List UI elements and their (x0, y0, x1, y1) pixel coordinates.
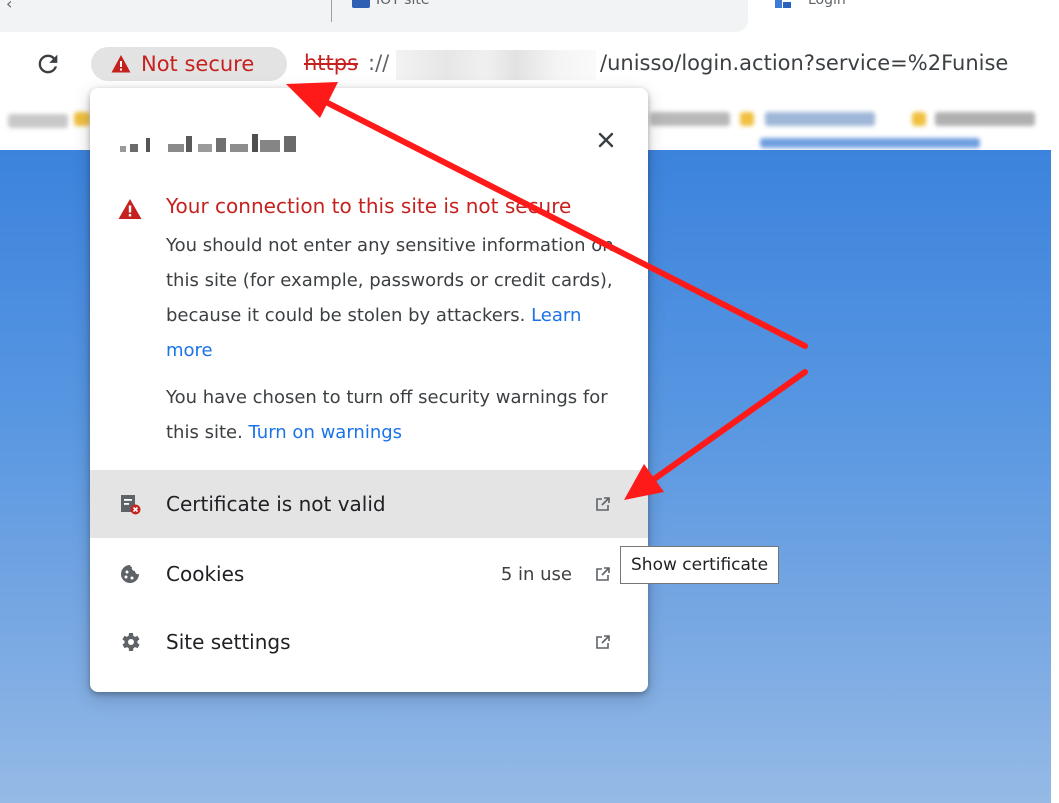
bookmark-folder-icon[interactable] (740, 112, 754, 126)
certificate-row[interactable]: Certificate is not valid (90, 470, 648, 538)
bookmark-item[interactable] (650, 112, 730, 126)
reload-icon[interactable] (34, 50, 62, 78)
security-chip-label: Not secure (141, 52, 255, 76)
tab-label-login[interactable]: Login (808, 0, 846, 8)
certificate-row-label: Certificate is not valid (166, 492, 386, 516)
site-settings-row[interactable]: Site settings (90, 608, 648, 676)
bookmark-item[interactable] (765, 112, 875, 126)
warning-triangle-icon (111, 55, 131, 73)
bookmark-item[interactable] (935, 112, 1035, 126)
tab-scroll-left-icon[interactable]: ‹ (6, 0, 12, 13)
cookies-row[interactable]: Cookies 5 in use (90, 540, 648, 608)
url-slashes: :// (368, 51, 390, 75)
turn-on-warnings-link[interactable]: Turn on warnings (249, 422, 402, 443)
site-host-redacted (120, 134, 296, 152)
toolbar: Not secure https :// /unisso/login.actio… (0, 36, 1059, 92)
window-edge (1051, 0, 1059, 803)
bookmark-folder-icon[interactable] (912, 112, 926, 126)
security-chip-button[interactable]: Not secure (91, 47, 287, 81)
tab-divider (331, 0, 332, 22)
omnibox[interactable]: Not secure https :// /unisso/login.actio… (86, 44, 1059, 84)
tab-favicon-icon (352, 0, 370, 8)
url-host-redacted (396, 50, 596, 80)
warning-triangle-icon (118, 199, 142, 219)
certificate-error-icon (121, 495, 141, 515)
bookmark-item (760, 138, 980, 148)
tab-strip: ‹ IOT site Login (0, 0, 1059, 36)
cookies-count: 5 in use (500, 563, 572, 585)
external-link-icon[interactable] (594, 565, 612, 583)
cookies-row-label: Cookies (166, 562, 245, 586)
url-scheme: https (304, 51, 359, 75)
warning-description: You should not enter any sensitive infor… (166, 228, 616, 368)
bookmark-folder-icon[interactable] (74, 112, 90, 126)
external-link-icon[interactable] (594, 633, 612, 651)
warnings-off-note: You have chosen to turn off security war… (166, 380, 616, 450)
site-info-popup: Your connection to this site is not secu… (90, 88, 648, 692)
cookie-icon (121, 565, 139, 583)
url-path: /unisso/login.action?service=%2Funise (600, 51, 1009, 75)
close-icon[interactable] (594, 128, 618, 152)
gear-icon (122, 633, 140, 651)
bookmark-item[interactable] (8, 114, 68, 128)
tab-label-iot[interactable]: IOT site (376, 0, 429, 8)
external-link-icon[interactable] (594, 495, 612, 513)
warning-title: Your connection to this site is not secu… (166, 194, 572, 218)
site-settings-row-label: Site settings (166, 630, 291, 654)
show-certificate-tooltip: Show certificate (620, 546, 780, 584)
active-tab[interactable] (0, 0, 748, 32)
tab-favicon-login-icon (775, 0, 791, 8)
warning-body: You should not enter any sensitive infor… (166, 228, 616, 462)
